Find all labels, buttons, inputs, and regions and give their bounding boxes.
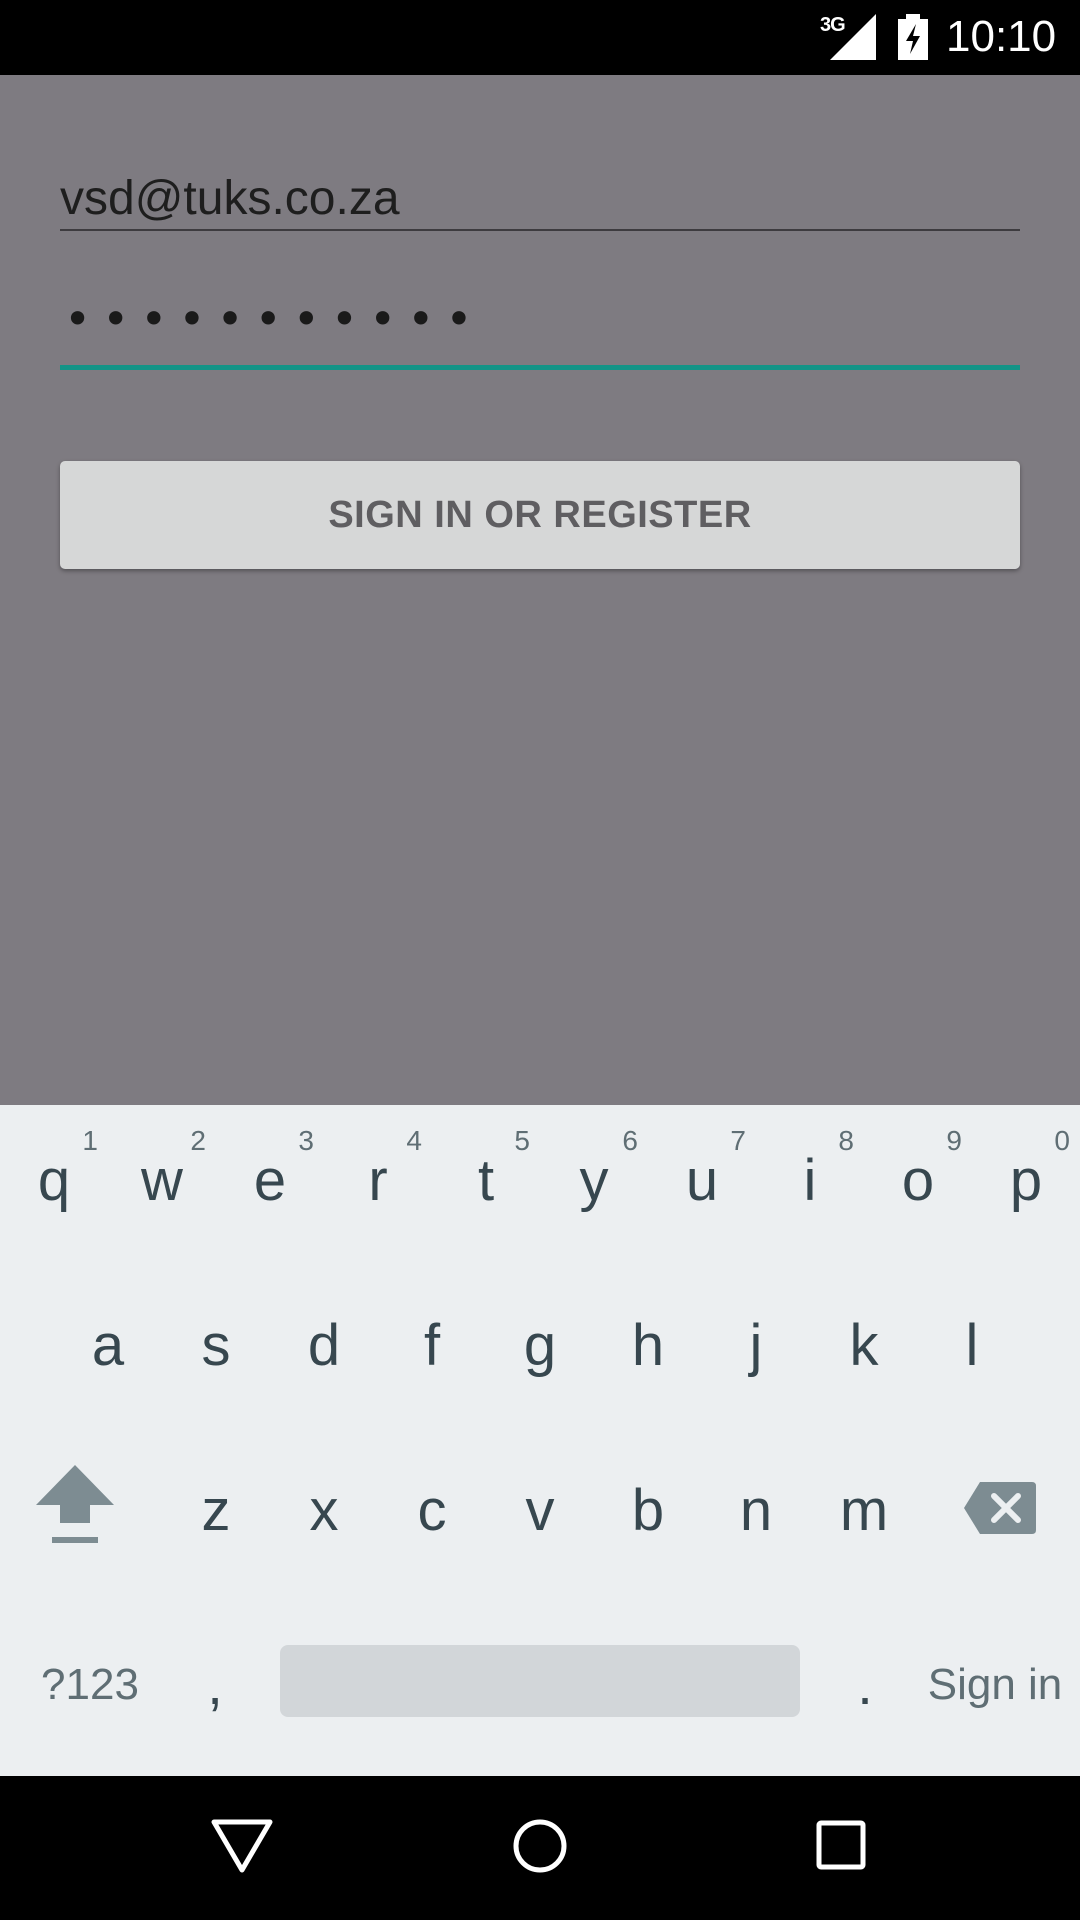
status-bar: 3G 10:10 [0, 0, 1080, 75]
key-label: a [91, 1313, 125, 1378]
key-x[interactable]: x [270, 1435, 378, 1565]
key-s[interactable]: s [162, 1270, 270, 1400]
signal-icon [830, 14, 876, 60]
key-label: m [839, 1478, 889, 1543]
key-label: r [368, 1148, 388, 1213]
key-k[interactable]: k [810, 1270, 918, 1400]
key-n[interactable]: n [702, 1435, 810, 1565]
clock: 10:10 [946, 12, 1057, 61]
comma-key[interactable]: , [180, 1645, 250, 1725]
key-o[interactable]: 9 o [864, 1105, 972, 1235]
key-label: o [901, 1148, 935, 1213]
shift-key[interactable] [30, 1465, 120, 1585]
key-f[interactable]: f [378, 1270, 486, 1400]
key-j[interactable]: j [702, 1270, 810, 1400]
key-label: j [749, 1313, 763, 1378]
key-label: v [525, 1478, 555, 1543]
key-v[interactable]: v [486, 1435, 594, 1565]
recents-icon[interactable] [816, 1820, 866, 1870]
key-label: u [685, 1148, 719, 1213]
back-icon[interactable] [210, 1818, 274, 1874]
key-label: k [849, 1313, 879, 1378]
navigation-bar [0, 1776, 1080, 1920]
period-key[interactable]: . [830, 1645, 900, 1725]
key-label: z [201, 1478, 231, 1543]
email-value: vsd@tuks.co.za [60, 172, 400, 225]
key-label: c [417, 1478, 447, 1543]
key-label: f [423, 1313, 441, 1378]
password-field[interactable]: ••••••••••• [60, 292, 1020, 370]
key-h[interactable]: h [594, 1270, 702, 1400]
key-label: x [309, 1478, 339, 1543]
sign-in-or-register-button[interactable]: SIGN IN OR REGISTER [60, 461, 1020, 569]
key-e[interactable]: 3 e [216, 1105, 324, 1235]
sign-in-action-key[interactable]: Sign in [920, 1645, 1070, 1725]
key-label: w [141, 1148, 183, 1213]
key-r[interactable]: 4 r [324, 1105, 432, 1235]
password-value: ••••••••••• [64, 292, 484, 346]
backspace-key[interactable] [962, 1480, 1062, 1560]
key-label: q [37, 1148, 71, 1213]
key-p[interactable]: 0 p [972, 1105, 1080, 1235]
key-label: l [965, 1313, 979, 1378]
shift-icon [36, 1465, 114, 1543]
key-t[interactable]: 5 t [432, 1105, 540, 1235]
home-icon[interactable] [512, 1818, 568, 1874]
key-label: y [579, 1148, 609, 1213]
key-c[interactable]: c [378, 1435, 486, 1565]
key-l[interactable]: l [918, 1270, 1026, 1400]
sign-in-button-label: SIGN IN OR REGISTER [328, 493, 752, 536]
key-g[interactable]: g [486, 1270, 594, 1400]
key-label: p [1009, 1148, 1043, 1213]
space-key[interactable] [280, 1645, 800, 1717]
key-label: g [523, 1313, 557, 1378]
key-label: b [631, 1478, 665, 1543]
key-z[interactable]: z [162, 1435, 270, 1565]
symbols-key[interactable]: ?123 [20, 1645, 160, 1725]
key-i[interactable]: 8 i [756, 1105, 864, 1235]
key-m[interactable]: m [810, 1435, 918, 1565]
key-label: s [201, 1313, 231, 1378]
key-label: d [307, 1313, 341, 1378]
key-d[interactable]: d [270, 1270, 378, 1400]
key-y[interactable]: 6 y [540, 1105, 648, 1235]
key-u[interactable]: 7 u [648, 1105, 756, 1235]
soft-keyboard: 1 q 2 w 3 e 4 r 5 t 6 y 7 u 8 i 9 o 0 p … [0, 1105, 1080, 1776]
backspace-icon [964, 1482, 1036, 1534]
key-b[interactable]: b [594, 1435, 702, 1565]
key-label: t [477, 1148, 495, 1213]
key-a[interactable]: a [54, 1270, 162, 1400]
key-label: h [631, 1313, 665, 1378]
key-w[interactable]: 2 w [108, 1105, 216, 1235]
email-field[interactable]: vsd@tuks.co.za [60, 165, 1020, 231]
key-q[interactable]: 1 q [0, 1105, 108, 1235]
key-label: i [803, 1148, 817, 1213]
key-label: e [253, 1148, 287, 1213]
login-screen: vsd@tuks.co.za ••••••••••• SIGN IN OR RE… [0, 75, 1080, 1105]
key-label: n [739, 1478, 773, 1543]
battery-charging-icon [898, 14, 928, 60]
